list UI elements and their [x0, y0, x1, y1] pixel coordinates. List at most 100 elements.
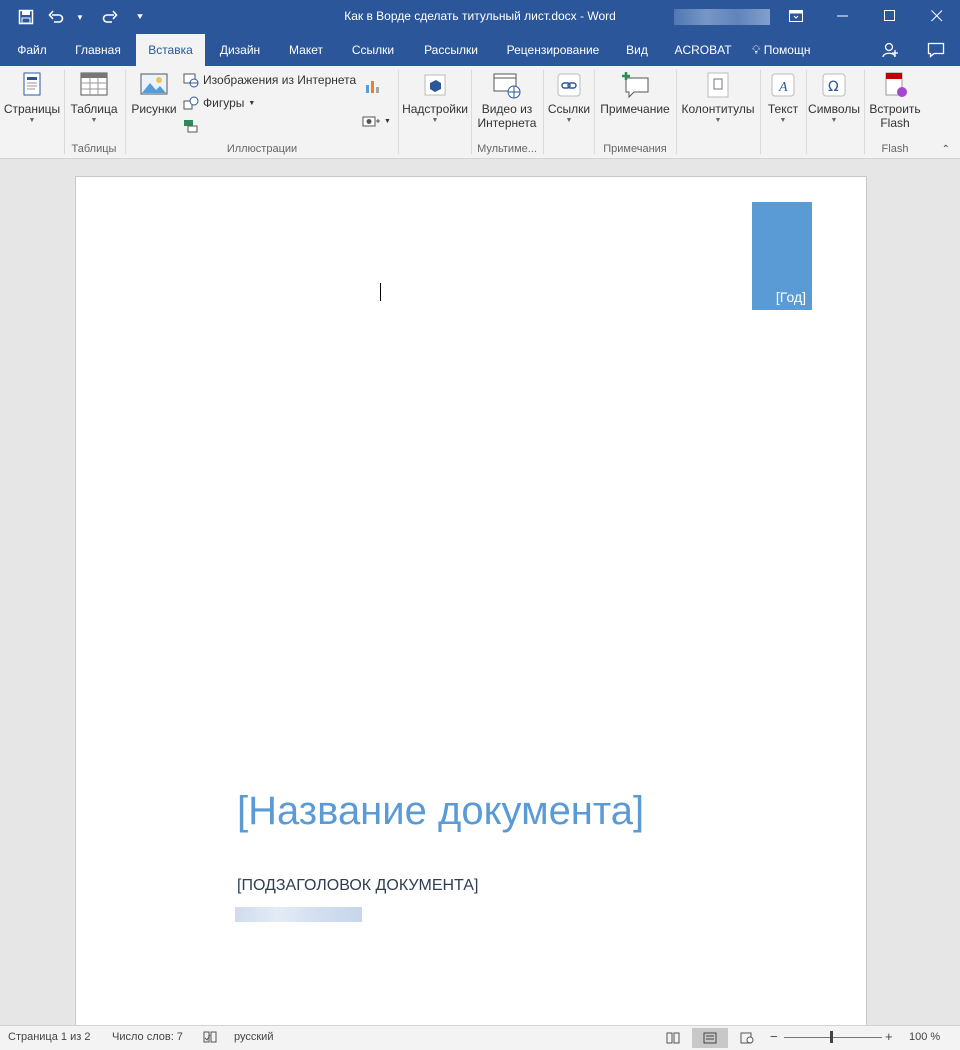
minimize-button[interactable]: [819, 0, 866, 32]
document-title-placeholder[interactable]: [Название документа]: [237, 789, 644, 834]
pages-button[interactable]: Страницы ▼: [2, 70, 62, 126]
online-pictures-button[interactable]: Изображения из Интернета: [183, 72, 356, 88]
table-icon: [79, 70, 109, 100]
group-divider: [125, 70, 126, 154]
online-video-button[interactable]: Видео из Интернета: [474, 70, 540, 130]
window-controls: [772, 0, 960, 32]
page-count[interactable]: Страница 1 из 2: [8, 1031, 90, 1043]
group-divider: [64, 70, 65, 154]
zoom-slider-thumb[interactable]: [830, 1031, 833, 1043]
pictures-button[interactable]: Рисунки: [128, 70, 180, 116]
comment-label: Примечание: [600, 102, 670, 116]
addins-icon: [420, 70, 450, 100]
tab-acrobat[interactable]: ACROBAT: [665, 34, 741, 66]
page-icon: [703, 1032, 717, 1044]
ribbon-insert: Страницы ▼ Таблица ▼ Таблицы Рисунки Изо…: [0, 66, 960, 159]
account-name-blurred: [674, 9, 770, 25]
tab-references[interactable]: Ссылки: [341, 34, 405, 66]
chevron-down-icon: ▼: [714, 117, 722, 124]
tab-design[interactable]: Дизайн: [209, 34, 271, 66]
table-button[interactable]: Таблица ▼: [66, 70, 122, 126]
chart-icon: [366, 81, 379, 93]
comments-icon[interactable]: [926, 41, 946, 59]
document-page[interactable]: [Год] [Название документа] [ПОДЗАГОЛОВОК…: [75, 176, 867, 1036]
web-layout-icon: [740, 1032, 754, 1044]
text-label: Текст: [767, 102, 799, 116]
zoom-slider[interactable]: [784, 1037, 882, 1038]
document-area[interactable]: [Год] [Название документа] [ПОДЗАГОЛОВОК…: [0, 159, 960, 1036]
online-video-icon: [492, 70, 522, 100]
header-footer-label: Колонтитулы: [681, 102, 755, 116]
ribbon-options-icon: [788, 10, 803, 22]
ribbon-display-options-button[interactable]: [772, 0, 819, 32]
web-layout-button[interactable]: [734, 1028, 760, 1048]
pages-label: Страницы: [3, 102, 61, 116]
zoom-in-icon[interactable]: +: [885, 1029, 893, 1044]
chevron-down-icon: ▼: [90, 117, 98, 124]
text-cursor: [380, 283, 381, 301]
proofing-icon[interactable]: [203, 1031, 217, 1046]
embed-flash-label-line1: Встроить: [869, 102, 921, 116]
collapse-ribbon-icon[interactable]: ⌃: [942, 144, 950, 155]
zoom-out-icon[interactable]: −: [770, 1029, 778, 1044]
tables-group-label: Таблицы: [71, 143, 117, 155]
pictures-label: Рисунки: [131, 102, 177, 116]
maximize-icon: [883, 10, 895, 21]
flash-icon: [880, 70, 910, 100]
year-placeholder[interactable]: [Год]: [776, 289, 806, 305]
text-button[interactable]: A Текст ▼: [762, 70, 804, 126]
smartart-button[interactable]: [183, 118, 199, 134]
embed-flash-button[interactable]: Встроить Flash: [866, 70, 924, 130]
pictures-icon: [139, 70, 169, 100]
symbols-button[interactable]: Ω Символы ▼: [806, 70, 862, 126]
new-comment-icon: [620, 70, 650, 100]
group-divider: [760, 70, 761, 154]
tab-file[interactable]: Файл: [4, 34, 60, 66]
illustrations-group-label: Иллюстрации: [226, 143, 298, 155]
embed-flash-label-line2: Flash: [880, 116, 910, 130]
links-label: Ссылки: [547, 102, 591, 116]
year-box[interactable]: [Год]: [752, 202, 812, 310]
zoom-level[interactable]: 100 %: [909, 1031, 940, 1043]
document-subtitle-placeholder[interactable]: [ПОДЗАГОЛОВОК ДОКУМЕНТА]: [237, 877, 478, 895]
chevron-down-icon: ▼: [779, 117, 787, 124]
close-button[interactable]: [913, 0, 960, 32]
lightbulb-icon: 💡︎: [752, 43, 761, 57]
tab-mailings[interactable]: Рассылки: [409, 34, 493, 66]
links-button[interactable]: Ссылки ▼: [545, 70, 593, 126]
group-divider: [398, 70, 399, 154]
close-icon: [930, 10, 942, 22]
word-count[interactable]: Число слов: 7: [112, 1031, 183, 1043]
shapes-icon: [183, 96, 199, 110]
header-footer-button[interactable]: Колонтитулы ▼: [678, 70, 758, 126]
print-layout-button[interactable]: [692, 1028, 728, 1048]
screenshot-button[interactable]: ▼: [362, 114, 391, 128]
tell-me-label: Помощн: [763, 43, 811, 57]
new-comment-button[interactable]: Примечание: [597, 70, 673, 116]
share-icon[interactable]: [880, 41, 900, 59]
tell-me-box[interactable]: 💡︎ Помощн: [752, 34, 810, 66]
chevron-down-icon: ▼: [384, 117, 391, 125]
online-pictures-label: Изображения из Интернета: [203, 73, 357, 87]
addins-button[interactable]: Надстройки ▼: [400, 70, 470, 126]
maximize-button[interactable]: [866, 0, 913, 32]
tab-home[interactable]: Главная: [64, 34, 132, 66]
tab-review[interactable]: Рецензирование: [497, 34, 609, 66]
chevron-down-icon: ▼: [248, 99, 256, 107]
chart-button[interactable]: [364, 78, 380, 94]
svg-text:A: A: [778, 80, 788, 95]
tab-insert[interactable]: Вставка: [136, 34, 205, 66]
svg-text:Ω: Ω: [828, 79, 839, 95]
language-indicator[interactable]: русский: [234, 1031, 273, 1043]
group-divider: [594, 70, 595, 154]
tab-view[interactable]: Вид: [613, 34, 661, 66]
flash-group-label: Flash: [881, 143, 909, 155]
tab-layout[interactable]: Макет: [275, 34, 337, 66]
read-mode-button[interactable]: [660, 1028, 686, 1048]
shapes-label: Фигуры: [203, 96, 245, 110]
online-video-label-line1: Видео из: [481, 102, 533, 116]
smartart-icon: [184, 120, 198, 133]
author-blurred: [235, 907, 362, 922]
shapes-button[interactable]: Фигуры ▼: [183, 95, 255, 111]
status-bar: Страница 1 из 2 Число слов: 7 русский − …: [0, 1025, 960, 1050]
